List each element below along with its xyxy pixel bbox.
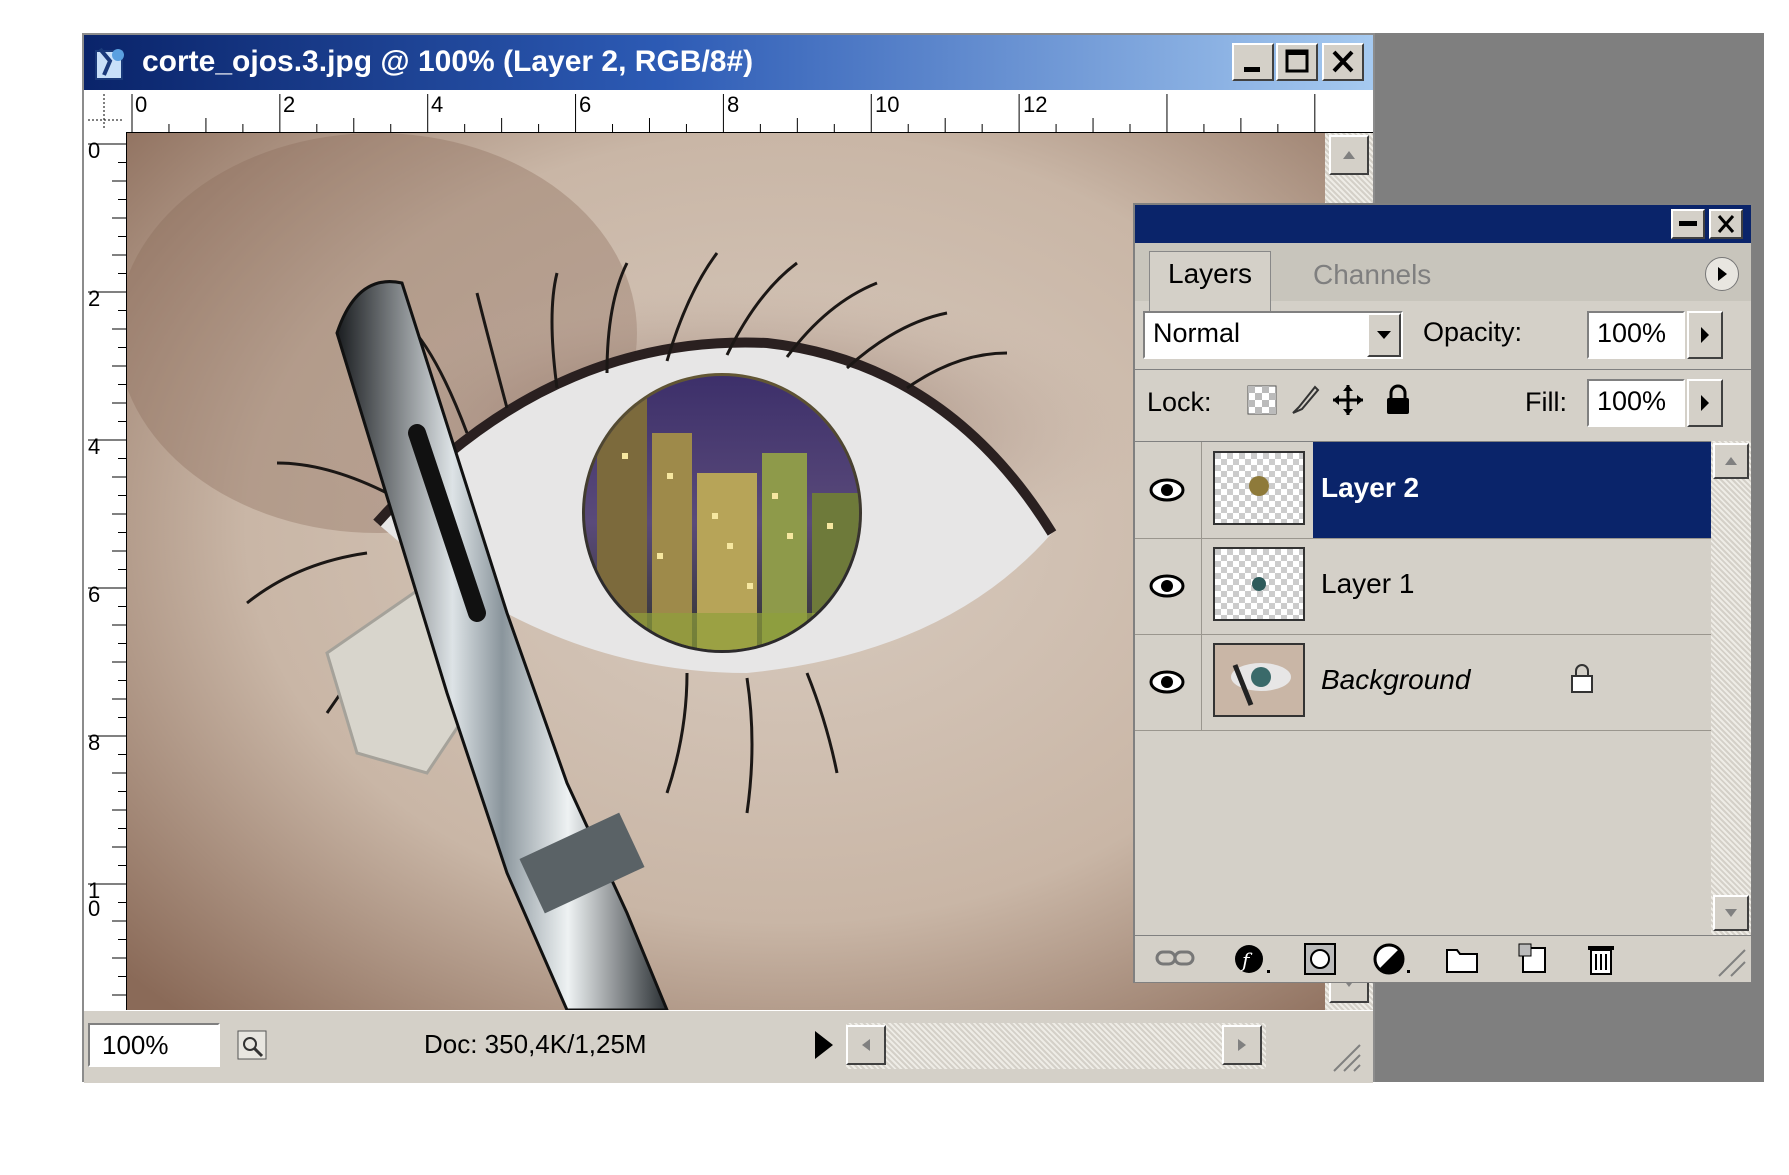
ruler-v-label: 6 [88, 582, 101, 607]
zoom-preview-icon[interactable] [234, 1027, 270, 1063]
blend-mode-dropdown-icon[interactable] [1367, 313, 1401, 357]
layer-name[interactable]: Background [1321, 664, 1470, 696]
layers-scroll-up-button[interactable] [1713, 443, 1749, 479]
link-layers-icon[interactable] [1153, 940, 1197, 978]
visibility-eye-icon[interactable] [1135, 634, 1202, 730]
lock-label: Lock: [1147, 387, 1212, 417]
ruler-h-label: 10 [875, 92, 900, 117]
layer-name[interactable]: Layer 1 [1321, 568, 1414, 600]
layer-name[interactable]: Layer 2 [1321, 472, 1419, 504]
ruler-v-label: 8 [88, 730, 101, 755]
ruler-h-label: 0 [135, 92, 148, 117]
layer-style-fx-icon[interactable]: f [1231, 940, 1275, 978]
tab-layers[interactable]: Layers [1149, 251, 1272, 314]
blend-mode-select[interactable]: Normal [1143, 311, 1403, 359]
horizontal-ruler[interactable]: 0 2 4 6 8 10 12 [84, 90, 1373, 133]
visibility-eye-icon[interactable] [1135, 538, 1202, 634]
layer-row-layer-2[interactable]: Layer 2 [1135, 442, 1711, 539]
palette-menu-icon[interactable] [1705, 257, 1739, 291]
fill-label: Fill: [1525, 387, 1567, 417]
layer-row-layer-1[interactable]: Layer 1 [1135, 538, 1711, 635]
palette-resize-grip-icon[interactable] [1705, 940, 1749, 978]
layer-thumbnail [1213, 547, 1305, 621]
ruler-v-label: 1 0 [88, 878, 101, 921]
lock-transparency-icon[interactable] [1245, 383, 1279, 417]
maximize-button[interactable] [1276, 43, 1318, 81]
zoom-field[interactable]: 100% [88, 1023, 220, 1067]
ruler-v-label: 4 [88, 434, 101, 459]
fill-slider-arrow-icon[interactable] [1687, 379, 1723, 427]
resize-grip-icon[interactable] [1324, 1035, 1364, 1075]
ruler-h-label: 4 [431, 92, 444, 117]
lock-all-icon[interactable] [1381, 383, 1415, 417]
new-group-folder-icon[interactable] [1441, 940, 1485, 978]
scroll-up-button[interactable] [1329, 135, 1369, 175]
photoshop-document-icon [94, 45, 128, 81]
scroll-left-button[interactable] [846, 1025, 886, 1065]
ruler-origin[interactable] [84, 90, 126, 132]
palette-title-bar[interactable] [1135, 205, 1751, 243]
ruler-v-label: 0 [88, 138, 101, 163]
layers-palette: Layers Channels Normal Opacity: 100% Loc… [1133, 203, 1753, 983]
status-menu-arrow-icon[interactable] [809, 1025, 839, 1065]
layer-lock-icon [1567, 662, 1597, 696]
ruler-v-label: 2 [88, 286, 101, 311]
lock-pixels-brush-icon[interactable] [1287, 383, 1321, 417]
opacity-field[interactable]: 100% [1587, 311, 1685, 359]
document-size-status: Doc: 350,4K/1,25M [424, 1029, 647, 1059]
ruler-h-label: 12 [1023, 92, 1048, 117]
layers-footer-toolbar: f [1135, 935, 1751, 982]
palette-minimize-button[interactable] [1671, 209, 1705, 239]
layers-list: Layer 2 Layer 1 Background [1135, 441, 1711, 936]
new-layer-icon[interactable] [1511, 940, 1555, 978]
tab-channels[interactable]: Channels [1295, 257, 1449, 305]
visibility-eye-icon[interactable] [1135, 442, 1202, 538]
fill-field[interactable]: 100% [1587, 379, 1685, 427]
minimize-button[interactable] [1232, 43, 1274, 81]
opacity-slider-arrow-icon[interactable] [1687, 311, 1723, 359]
document-horizontal-scrollbar[interactable] [846, 1023, 1266, 1069]
document-title-bar[interactable]: corte_ojos.3.jpg @ 100% (Layer 2, RGB/8#… [84, 35, 1373, 90]
layer-row-background[interactable]: Background [1135, 634, 1711, 731]
layers-scrollbar[interactable] [1711, 441, 1751, 935]
palette-tabs: Layers Channels [1135, 243, 1751, 314]
close-button[interactable] [1322, 43, 1364, 81]
layer-thumbnail [1213, 643, 1305, 717]
adjustment-layer-icon[interactable] [1371, 940, 1415, 978]
opacity-label: Opacity: [1423, 317, 1523, 347]
ruler-h-label: 2 [283, 92, 296, 117]
vertical-ruler[interactable]: 0 2 4 6 8 1 0 [84, 132, 127, 1010]
document-title: corte_ojos.3.jpg @ 100% (Layer 2, RGB/8#… [142, 45, 754, 78]
ruler-h-label: 8 [727, 92, 740, 117]
palette-close-button[interactable] [1709, 209, 1743, 239]
status-bar: 100% Doc: 350,4K/1,25M [84, 1010, 1373, 1083]
layer-thumbnail [1213, 451, 1305, 525]
add-layer-mask-icon[interactable] [1301, 940, 1345, 978]
layers-scroll-down-button[interactable] [1713, 895, 1749, 931]
lock-position-move-icon[interactable] [1331, 383, 1365, 417]
scroll-right-button[interactable] [1222, 1025, 1262, 1065]
delete-layer-trash-icon[interactable] [1581, 940, 1625, 978]
ruler-h-label: 6 [579, 92, 592, 117]
